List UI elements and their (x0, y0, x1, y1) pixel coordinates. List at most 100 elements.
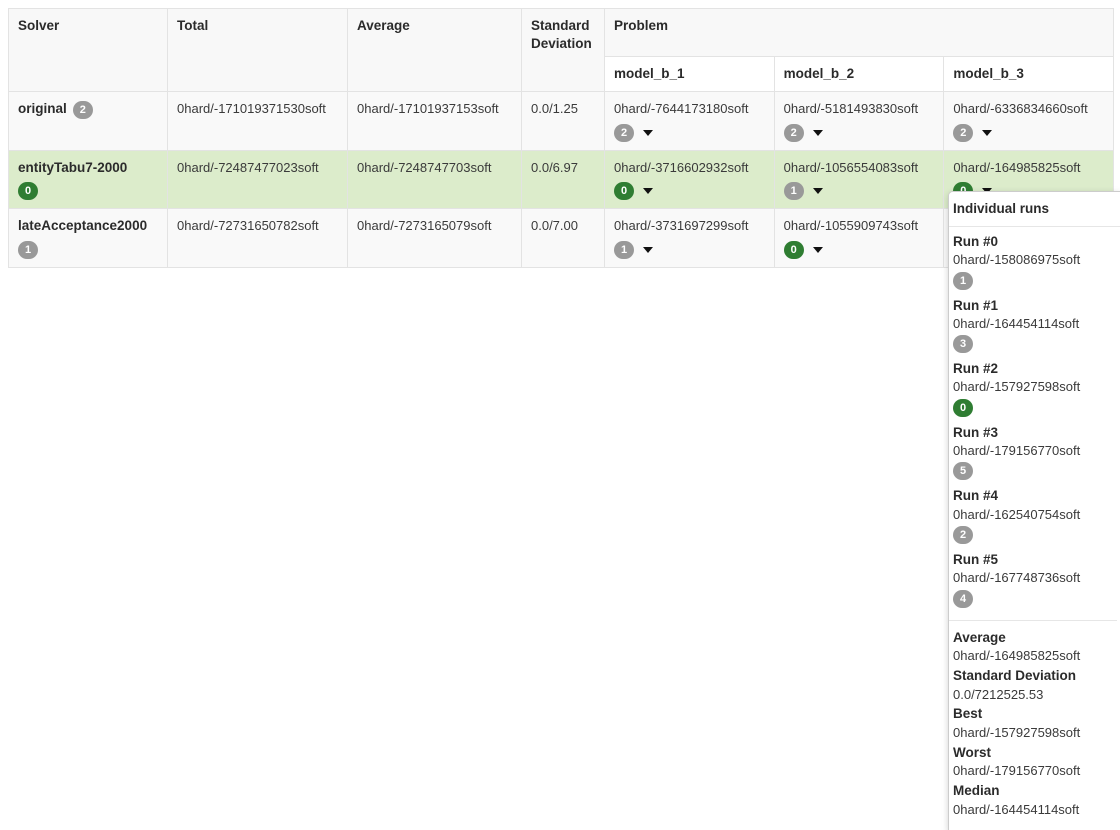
chevron-down-icon[interactable] (813, 130, 823, 136)
cell-problem-model-b-1: 0hard/-3716602932soft 0 (605, 150, 775, 209)
cell-problem-model-b-1: 0hard/-7644173180soft 2 (605, 92, 775, 151)
benchmark-results-page: Solver Total Average Standard Deviation … (0, 0, 1120, 830)
cell-average: 0hard/-7248747703soft (348, 150, 522, 209)
run-badge-row: 5 (953, 462, 1120, 480)
column-header-problem: Problem (605, 9, 1114, 57)
run-score: 0hard/-164454114soft (953, 315, 1120, 333)
run-score: 0hard/-162540754soft (953, 506, 1120, 524)
cell-standard-deviation: 0.0/6.97 (522, 150, 605, 209)
column-header-model-b-3[interactable]: model_b_3 (944, 57, 1114, 92)
run-entry[interactable]: Run #1 0hard/-164454114soft 3 (953, 291, 1120, 354)
table-row: original 2 0hard/-171019371530soft 0hard/… (9, 92, 1114, 151)
cell-total: 0hard/-72731650782soft (168, 209, 348, 268)
run-label: Run #3 (953, 423, 1120, 442)
solver-rank-badge: 2 (73, 101, 93, 119)
run-rank-badge: 4 (953, 590, 973, 608)
problem-score: 0hard/-3716602932soft (614, 160, 748, 175)
chevron-down-icon[interactable] (643, 130, 653, 136)
stat-label-best: Best (953, 704, 1120, 724)
run-label: Run #2 (953, 359, 1120, 378)
stat-value-median: 0hard/-164454114soft (953, 801, 1120, 820)
problem-score: 0hard/-164985825soft (953, 160, 1080, 175)
column-header-model-b-1[interactable]: model_b_1 (605, 57, 775, 92)
stat-label-median: Median (953, 781, 1120, 801)
run-rank-badge: 1 (953, 272, 973, 290)
cell-total: 0hard/-171019371530soft (168, 92, 348, 151)
problem-rank-badge: 0 (784, 241, 804, 259)
run-label: Run #0 (953, 232, 1120, 251)
problem-score: 0hard/-5181493830soft (784, 101, 918, 116)
run-entry[interactable]: Run #4 0hard/-162540754soft 2 (953, 481, 1120, 544)
column-header-model-b-2[interactable]: model_b_2 (774, 57, 944, 92)
problem-score: 0hard/-7644173180soft (614, 101, 748, 116)
stat-label-standard-deviation: Standard Deviation (953, 666, 1120, 686)
cell-solver-name: entityTabu7-2000 0 (9, 150, 168, 209)
table-header-row-primary: Solver Total Average Standard Deviation … (9, 9, 1114, 57)
cell-standard-deviation: 0.0/1.25 (522, 92, 605, 151)
run-badge-row: 0 (953, 399, 1120, 417)
run-score: 0hard/-157927598soft (953, 378, 1120, 396)
chevron-down-icon[interactable] (643, 247, 653, 253)
run-entry[interactable]: Run #2 0hard/-157927598soft 0 (953, 354, 1120, 417)
stat-label-average: Average (953, 628, 1120, 648)
cell-solver-name: original 2 (9, 92, 168, 151)
cell-total: 0hard/-72487477023soft (168, 150, 348, 209)
problem-score: 0hard/-1056554083soft (784, 160, 918, 175)
run-score: 0hard/-179156770soft (953, 442, 1120, 460)
run-rank-badge: 5 (953, 462, 973, 480)
individual-runs-dropdown[interactable]: Individual runs Run #0 0hard/-158086975s… (948, 191, 1120, 830)
run-entry[interactable]: Run #3 0hard/-179156770soft 5 (953, 418, 1120, 481)
problem-score: 0hard/-3731697299soft (614, 218, 748, 233)
stat-label-worst: Worst (953, 743, 1120, 763)
run-badge-row: 1 (953, 272, 1120, 290)
run-score: 0hard/-158086975soft (953, 251, 1120, 269)
stat-value-worst: 0hard/-179156770soft (953, 762, 1120, 781)
run-entry[interactable]: Run #5 0hard/-167748736soft 4 (953, 545, 1120, 608)
cell-average: 0hard/-17101937153soft (348, 92, 522, 151)
stat-value-average: 0hard/-164985825soft (953, 647, 1120, 666)
cell-problem-model-b-1: 0hard/-3731697299soft 1 (605, 209, 775, 268)
run-badge-row: 2 (953, 526, 1120, 544)
cell-problem-model-b-2: 0hard/-5181493830soft 2 (774, 92, 944, 151)
table-head: Solver Total Average Standard Deviation … (9, 9, 1114, 92)
cell-problem-model-b-3: 0hard/-6336834660soft 2 (944, 92, 1114, 151)
problem-rank-badge: 1 (614, 241, 634, 259)
cell-problem-model-b-2: 0hard/-1056554083soft 1 (774, 150, 944, 209)
problem-meta: 0 (784, 241, 936, 259)
problem-score: 0hard/-1055909743soft (784, 218, 918, 233)
chevron-down-icon[interactable] (813, 188, 823, 194)
stat-value-best: 0hard/-157927598soft (953, 724, 1120, 743)
solver-label: original (18, 101, 67, 116)
problem-meta: 2 (614, 124, 766, 142)
stat-value-standard-deviation: 0.0/7212525.53 (953, 686, 1120, 705)
problem-score: 0hard/-6336834660soft (953, 101, 1087, 116)
column-header-total[interactable]: Total (168, 9, 348, 92)
run-entry[interactable]: Run #0 0hard/-158086975soft 1 (953, 227, 1120, 290)
solver-label: entityTabu7-2000 (18, 160, 127, 175)
chevron-down-icon[interactable] (813, 247, 823, 253)
solver-rank-badge: 0 (18, 182, 38, 200)
dropdown-body: Run #0 0hard/-158086975soft 1 Run #1 0ha… (949, 227, 1120, 820)
dropdown-title: Individual runs (949, 192, 1120, 227)
run-label: Run #5 (953, 550, 1120, 569)
chevron-down-icon[interactable] (643, 188, 653, 194)
cell-solver-name: lateAcceptance2000 1 (9, 209, 168, 268)
cell-problem-model-b-2: 0hard/-1055909743soft 0 (774, 209, 944, 268)
run-rank-badge: 0 (953, 399, 973, 417)
solver-label: lateAcceptance2000 (18, 218, 147, 233)
column-header-solver[interactable]: Solver (9, 9, 168, 92)
problem-rank-badge: 2 (614, 124, 634, 142)
run-label: Run #4 (953, 486, 1120, 505)
solver-rank-badge: 1 (18, 241, 38, 259)
column-header-standard-deviation[interactable]: Standard Deviation (522, 9, 605, 92)
cell-standard-deviation: 0.0/7.00 (522, 209, 605, 268)
chevron-down-icon[interactable] (982, 130, 992, 136)
cell-average: 0hard/-7273165079soft (348, 209, 522, 268)
run-badge-row: 4 (953, 590, 1120, 608)
problem-rank-badge: 1 (784, 182, 804, 200)
column-header-average[interactable]: Average (348, 9, 522, 92)
problem-meta: 2 (784, 124, 936, 142)
run-rank-badge: 2 (953, 526, 973, 544)
problem-meta: 1 (614, 241, 766, 259)
problem-meta: 1 (784, 182, 936, 200)
